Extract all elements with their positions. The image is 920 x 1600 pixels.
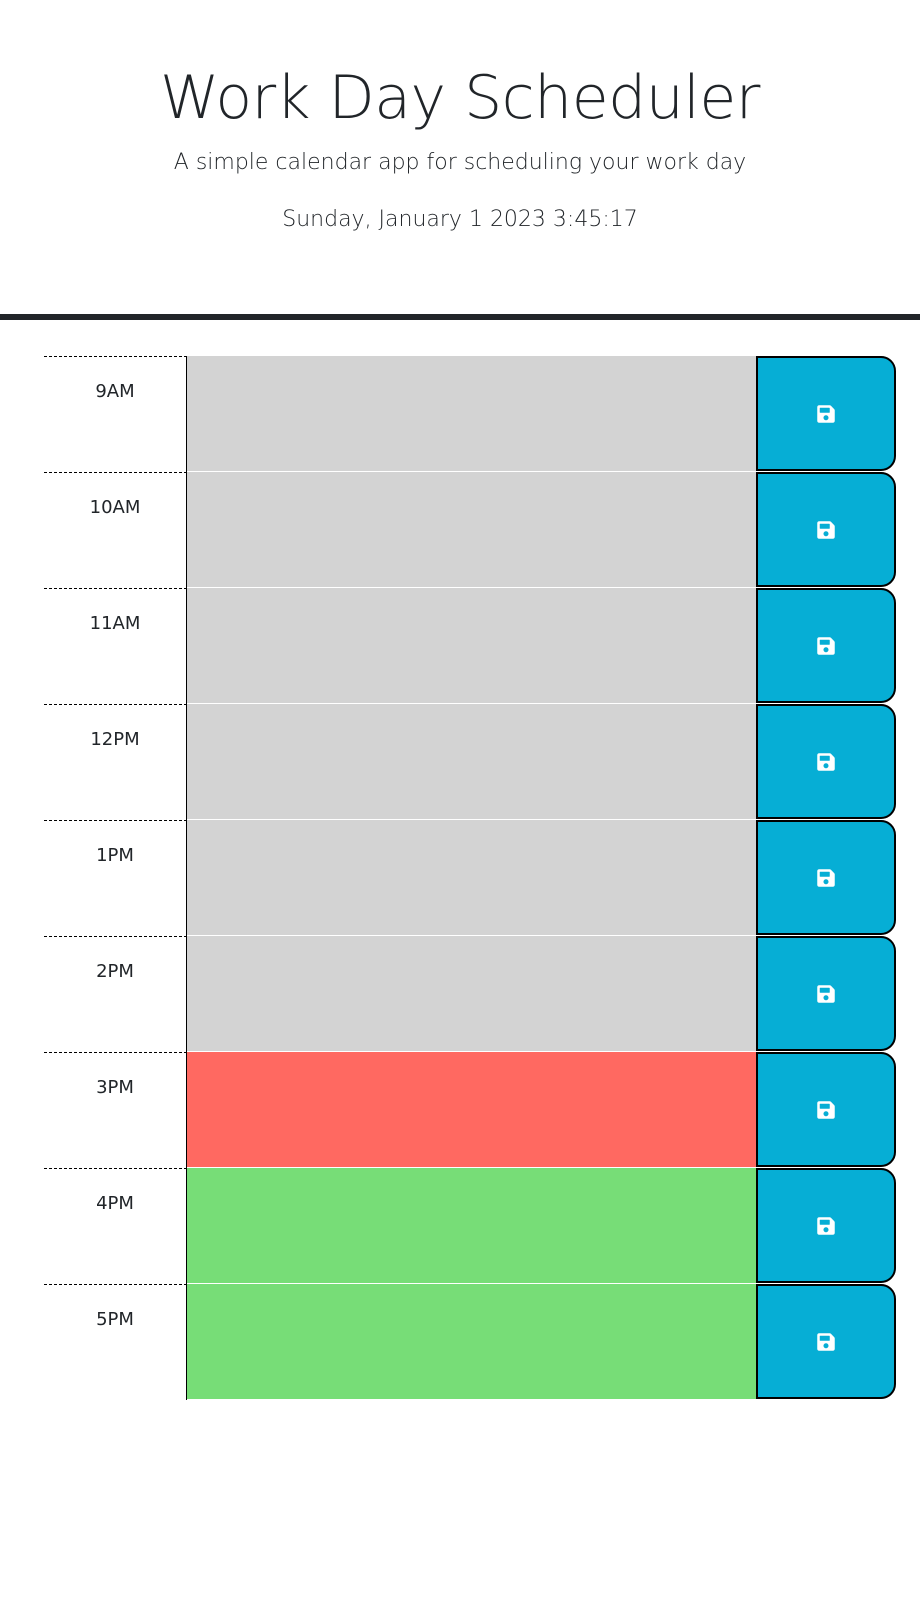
description-textarea[interactable] [187,1052,756,1168]
save-button[interactable] [756,588,896,703]
description-textarea[interactable] [187,820,756,936]
time-block-row: 5PM [44,1284,896,1400]
time-block-row: 9AM [44,356,896,472]
description-textarea[interactable] [187,356,756,472]
save-button[interactable] [756,1168,896,1283]
time-block-row: 11AM [44,588,896,704]
floppy-disk-icon [817,1100,835,1119]
floppy-disk-icon [817,752,835,771]
time-block-row: 2PM [44,936,896,1052]
floppy-disk-icon [817,1332,835,1351]
time-block-row: 10AM [44,472,896,588]
hour-label: 2PM [44,936,187,1052]
floppy-disk-icon [817,984,835,1003]
hour-label: 9AM [44,356,187,472]
save-button[interactable] [756,472,896,587]
time-block-row: 4PM [44,1168,896,1284]
time-block-row: 3PM [44,1052,896,1168]
description-textarea[interactable] [187,472,756,588]
floppy-disk-icon [817,636,835,655]
page-title: Work Day Scheduler [160,63,760,133]
time-block-row: 1PM [44,820,896,936]
header: Work Day Scheduler A simple calendar app… [0,0,920,320]
floppy-disk-icon [817,1216,835,1235]
hour-label: 5PM [44,1284,187,1400]
hour-label: 4PM [44,1168,187,1284]
description-textarea[interactable] [187,704,756,820]
save-button[interactable] [756,704,896,819]
save-button[interactable] [756,1284,896,1399]
current-day: Sunday, January 1 2023 3:45:17 [282,207,638,232]
save-button[interactable] [756,820,896,935]
floppy-disk-icon [817,404,835,423]
time-block-list: 9AM 10AM 11AM 12PM 1PM 2PM 3PM 4PM 5PM [44,356,896,1400]
description-textarea[interactable] [187,588,756,704]
hour-label: 10AM [44,472,187,588]
hour-label: 3PM [44,1052,187,1168]
hour-label: 12PM [44,704,187,820]
floppy-disk-icon [817,868,835,887]
floppy-disk-icon [817,520,835,539]
save-button[interactable] [756,356,896,471]
save-button[interactable] [756,1052,896,1167]
description-textarea[interactable] [187,1168,756,1284]
page-subtitle: A simple calendar app for scheduling you… [173,150,747,175]
hour-label: 1PM [44,820,187,936]
time-block-row: 12PM [44,704,896,820]
description-textarea[interactable] [187,936,756,1052]
hour-label: 11AM [44,588,187,704]
save-button[interactable] [756,936,896,1051]
description-textarea[interactable] [187,1284,756,1400]
